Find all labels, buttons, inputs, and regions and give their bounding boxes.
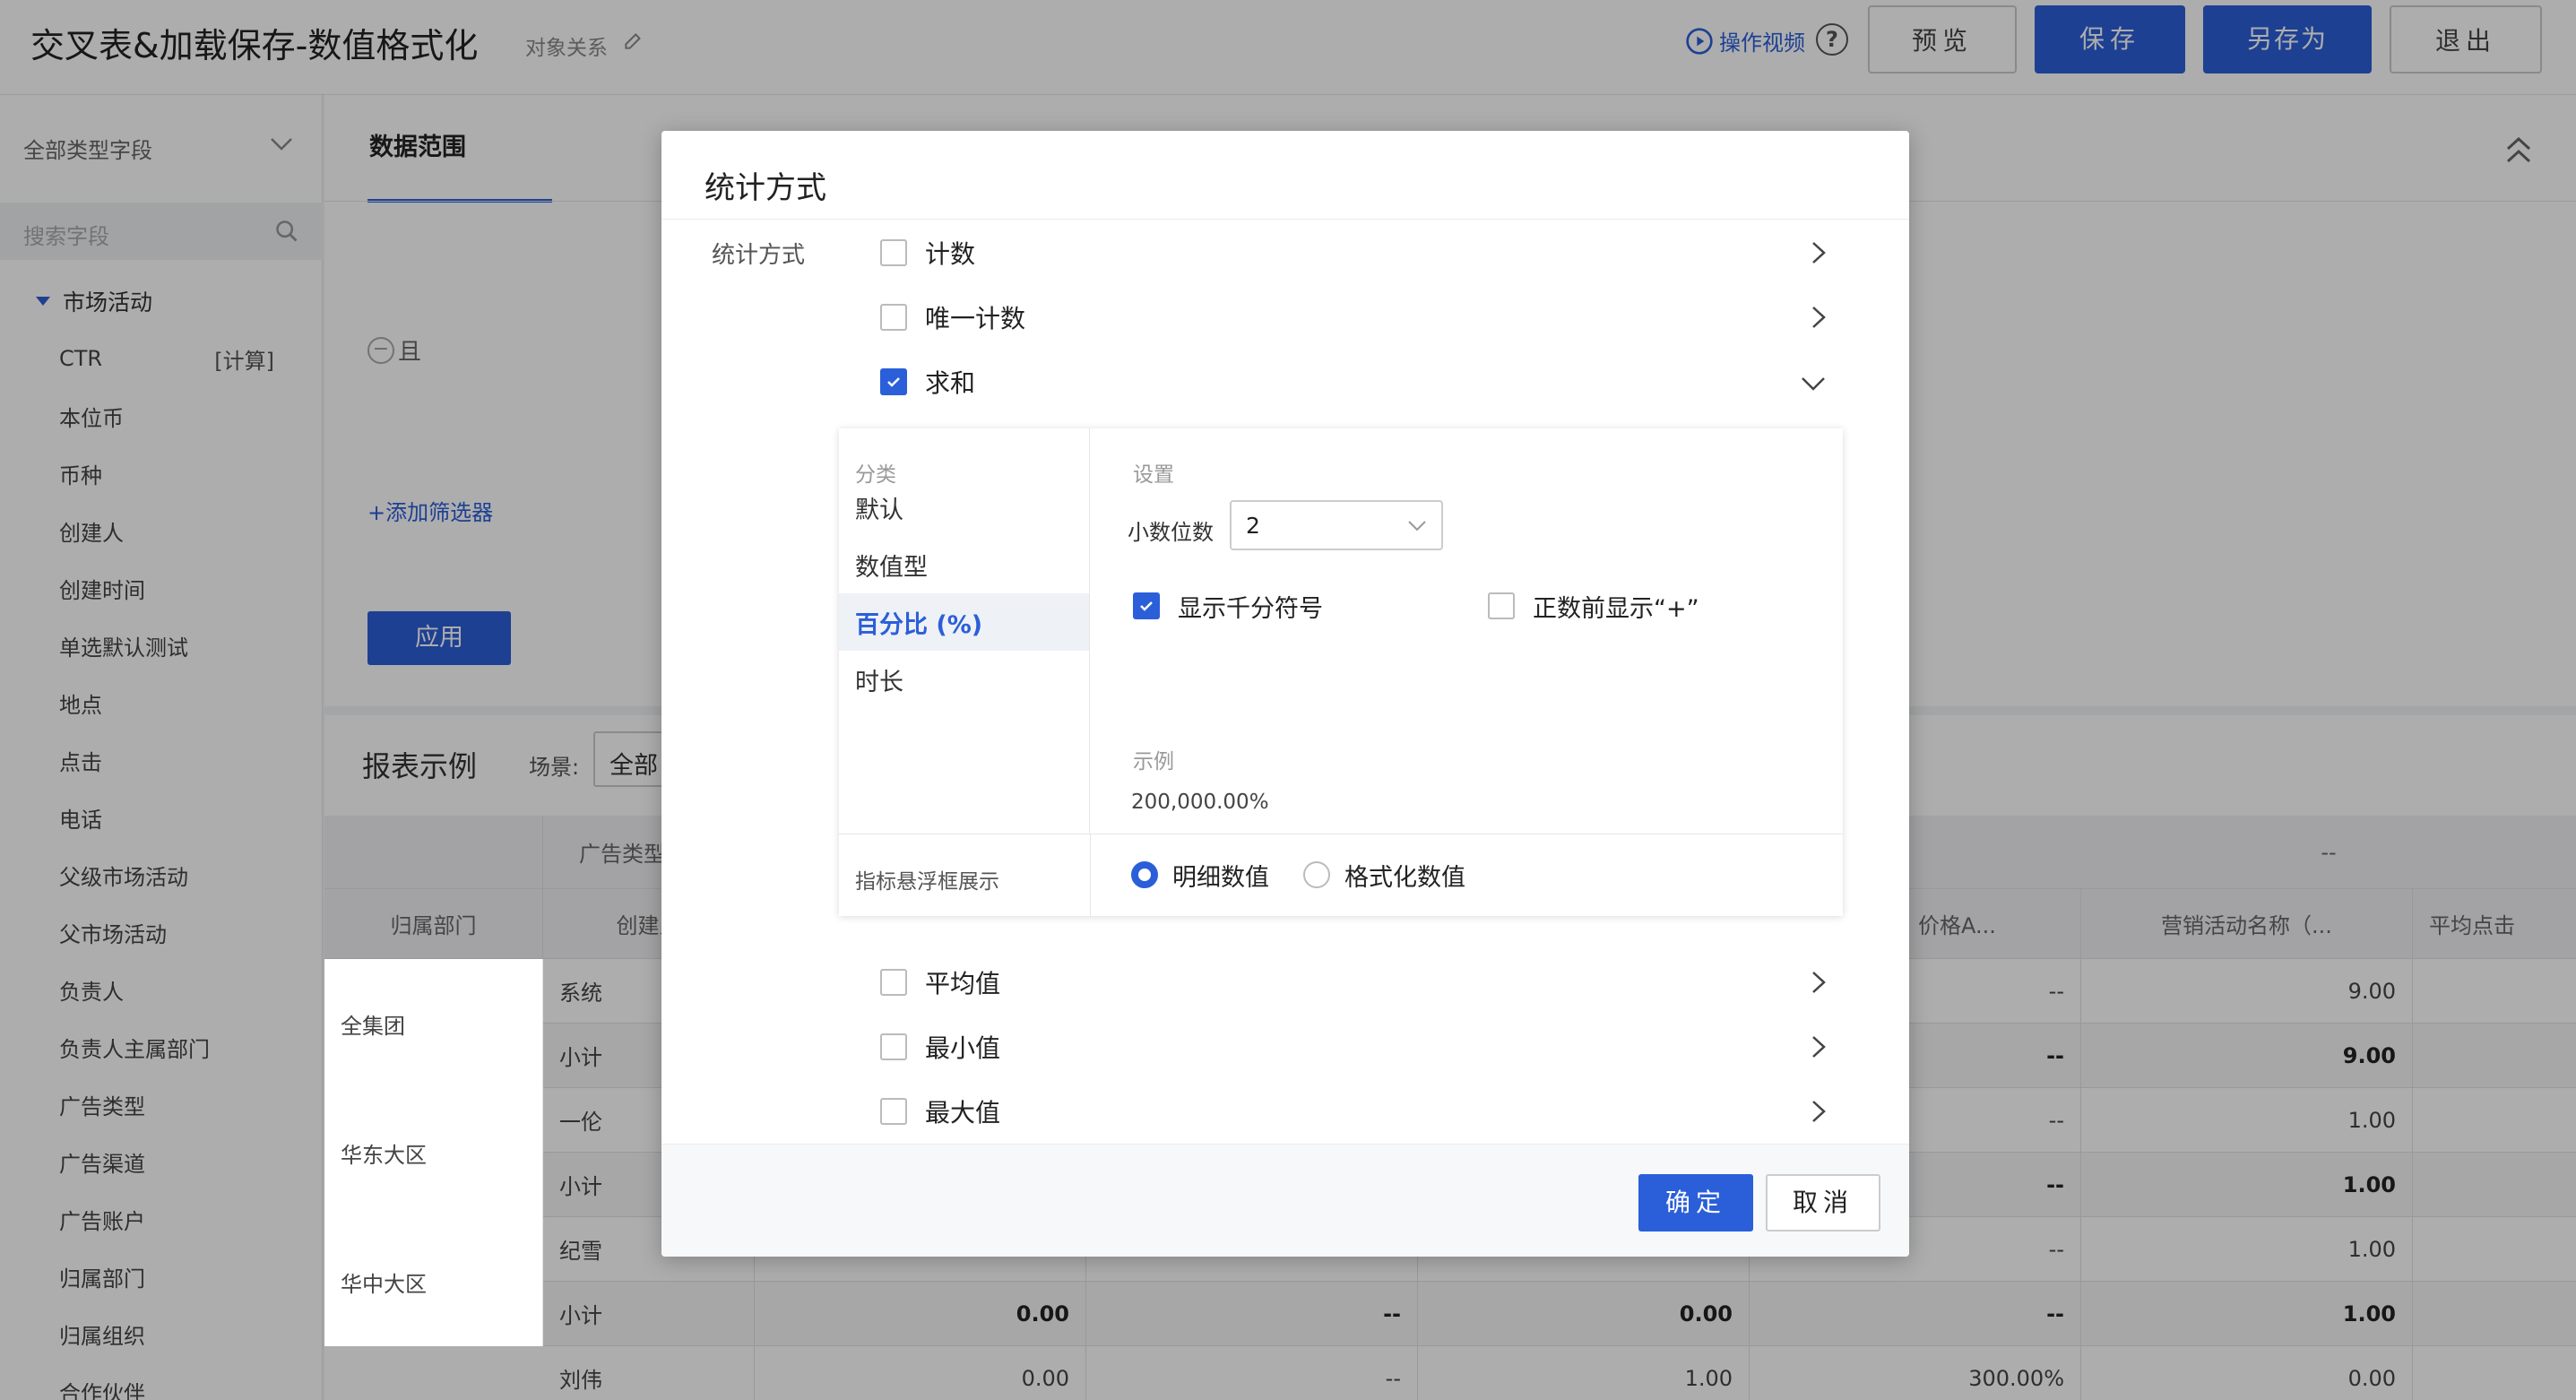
decimal-places-label: 小数位数	[1128, 520, 1214, 545]
format-category-item[interactable]: 百分比 (%)	[839, 593, 1089, 651]
checkbox-unchecked-icon	[880, 969, 907, 996]
chevron-down-icon[interactable]	[1800, 375, 1827, 393]
settings-caption: 设置	[1133, 463, 1174, 487]
stat-option-checkbox[interactable]: 计数	[880, 235, 975, 271]
chevron-right-icon[interactable]	[1809, 1034, 1828, 1059]
tooltip-detail-radio[interactable]: 明细数值	[1131, 857, 1269, 893]
checkbox-unchecked-icon	[880, 239, 907, 266]
dialog-header-divider	[661, 219, 1909, 220]
stat-option-label: 平均值	[925, 969, 1001, 998]
checkbox-checked-icon	[1133, 592, 1160, 619]
stat-option-label: 最小值	[925, 1033, 1001, 1063]
chevron-right-icon[interactable]	[1809, 240, 1828, 265]
stat-option-label: 求和	[925, 368, 976, 398]
confirm-button[interactable]: 确定	[1638, 1174, 1753, 1231]
cell-dept: 华中大区	[324, 1217, 543, 1346]
format-category-item[interactable]: 时长	[839, 651, 1089, 708]
tooltip-detail-label: 明细数值	[1172, 863, 1269, 892]
thousand-sep-label: 显示千分符号	[1178, 594, 1323, 623]
stat-option-checkbox[interactable]: 唯一计数	[880, 299, 1025, 335]
checkbox-unchecked-icon	[880, 1098, 907, 1125]
stat-method-dialog: 统计方式 统计方式 计数唯一计数求和 分类 默认 数值型 百分比 (%) 时长 设置 …	[661, 131, 1909, 1257]
chevron-right-icon[interactable]	[1809, 1099, 1828, 1124]
example-value: 200,000.00%	[1131, 791, 1269, 814]
radio-unselected-icon	[1303, 861, 1330, 888]
chevron-down-icon[interactable]	[1407, 520, 1427, 532]
checkbox-checked-icon	[880, 368, 907, 395]
stat-option-checkbox[interactable]: 平均值	[880, 964, 1000, 1000]
radio-selected-icon	[1131, 861, 1158, 888]
checkbox-unchecked-icon	[880, 304, 907, 331]
stat-option-checkbox[interactable]: 最小值	[880, 1029, 1000, 1065]
stat-option-checkbox[interactable]: 最大值	[880, 1093, 1000, 1129]
format-category-list: 分类 默认 数值型 百分比 (%) 时长	[839, 428, 1090, 834]
cancel-button[interactable]: 取消	[1766, 1174, 1880, 1231]
plus-sign-checkbox[interactable]: 正数前显示“+”	[1488, 588, 1699, 624]
format-category-item[interactable]: 数值型	[839, 536, 1089, 593]
tooltip-display-label: 指标悬浮框展示	[855, 870, 999, 894]
cell-dept: 全集团	[324, 959, 543, 1088]
cell-dept: 华东大区	[324, 1088, 543, 1217]
thousand-sep-checkbox[interactable]: 显示千分符号	[1133, 588, 1323, 624]
dialog-title: 统计方式	[705, 170, 826, 206]
tooltip-column-divider	[1090, 834, 1091, 916]
stat-method-label: 统计方式	[712, 242, 806, 269]
tooltip-formatted-label: 格式化数值	[1344, 863, 1465, 892]
chevron-right-icon[interactable]	[1809, 970, 1828, 995]
stat-option-label: 唯一计数	[925, 304, 1026, 333]
checkbox-unchecked-icon	[1488, 592, 1515, 619]
stat-option-label: 计数	[925, 239, 976, 269]
format-panel: 分类 默认 数值型 百分比 (%) 时长 设置 小数位数 2 显示千分符号 正数前显示…	[839, 428, 1843, 916]
stat-option-label: 最大值	[925, 1098, 1001, 1128]
plus-sign-label: 正数前显示“+”	[1533, 594, 1699, 623]
example-caption: 示例	[1133, 750, 1174, 773]
format-category-item[interactable]: 默认	[839, 479, 1089, 536]
checkbox-unchecked-icon	[880, 1033, 907, 1060]
tooltip-formatted-radio[interactable]: 格式化数值	[1303, 857, 1465, 893]
chevron-right-icon[interactable]	[1809, 305, 1828, 330]
stat-option-checkbox[interactable]: 求和	[880, 364, 975, 400]
